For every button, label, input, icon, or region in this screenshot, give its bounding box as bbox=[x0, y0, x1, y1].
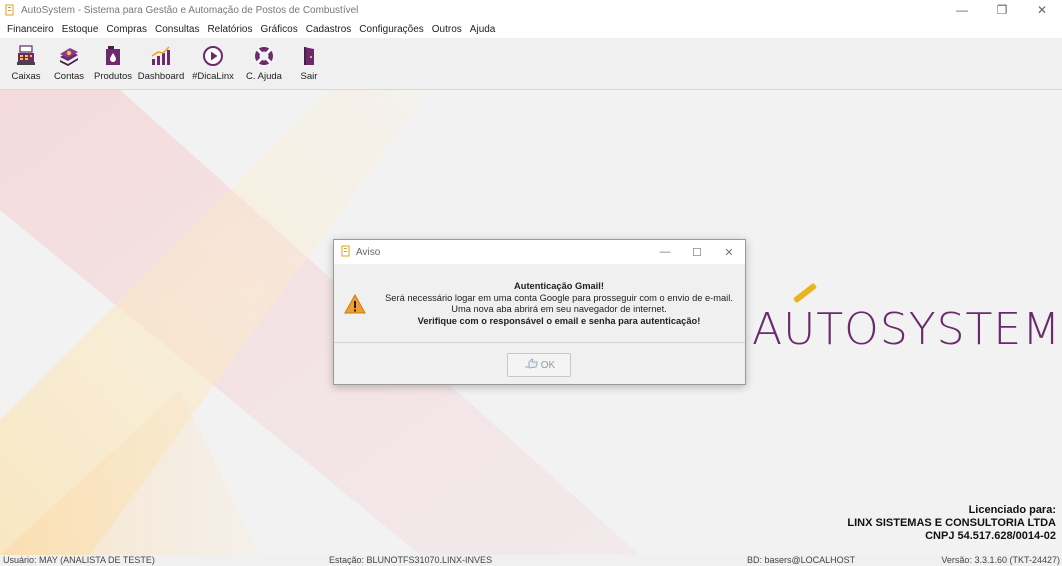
toolbar-sair-label: Sair bbox=[300, 71, 318, 82]
dialog-maximize-button[interactable]: ☐ bbox=[681, 240, 713, 264]
status-version: Versão: 3.3.1.60 (TKT-24427) bbox=[941, 555, 1060, 565]
ok-button[interactable]: OK bbox=[507, 353, 571, 377]
app-icon bbox=[5, 4, 15, 16]
dialog-line-1: Será necessário logar em uma conta Googl… bbox=[385, 292, 733, 303]
fuel-drop-icon bbox=[101, 44, 125, 68]
status-station: Estação: BLUNOTFS31070.LINX-INVES bbox=[329, 555, 493, 565]
ok-label: OK bbox=[540, 359, 556, 371]
ok-hand-icon bbox=[523, 357, 539, 373]
toolbar-produtos-label: Produtos bbox=[93, 71, 133, 82]
status-database: BD: basers@LOCALHOST bbox=[747, 555, 856, 565]
dialog-line-2: Uma nova aba abrirá em seu navegador de … bbox=[451, 304, 667, 314]
toolbar-caixas-label: Caixas bbox=[11, 71, 41, 82]
menu-configuracoes[interactable]: Configurações bbox=[355, 24, 427, 35]
dialog-message: Autenticação Gmail! Será necessário loga… bbox=[370, 281, 748, 327]
autosystem-logo: AUTOSYSTEM bbox=[752, 304, 1062, 355]
warning-icon bbox=[344, 293, 366, 317]
status-bar: Usuário: MAY (ANALISTA DE TESTE) Estação… bbox=[0, 555, 1062, 566]
toolbar-dicalinx-button[interactable]: #DicaLinx bbox=[187, 38, 239, 90]
menu-bar: Financeiro Estoque Compras Consultas Rel… bbox=[0, 20, 1062, 38]
toolbar-sair-button[interactable]: Sair bbox=[289, 38, 329, 90]
dialog-body: Autenticação Gmail! Será necessário loga… bbox=[334, 264, 745, 343]
menu-outros[interactable]: Outros bbox=[428, 24, 466, 35]
toolbar-caixas-button[interactable]: Caixas bbox=[5, 38, 47, 90]
menu-consultas[interactable]: Consultas bbox=[151, 24, 203, 35]
play-icon bbox=[201, 44, 225, 68]
license-cnpj: CNPJ 54.517.628/0014-02 bbox=[925, 530, 1056, 542]
window-title: AutoSystem - Sistema para Gestão e Autom… bbox=[21, 4, 359, 16]
menu-relatorios[interactable]: Relatórios bbox=[203, 24, 256, 35]
cash-register-icon bbox=[14, 44, 38, 68]
dialog-line-3: Verifique com o responsável o email e se… bbox=[417, 315, 701, 326]
dialog-app-icon bbox=[341, 245, 351, 260]
menu-estoque[interactable]: Estoque bbox=[58, 24, 103, 35]
toolbar-dicalinx-label: #DicaLinx bbox=[192, 71, 234, 82]
toolbar-cajuda-button[interactable]: C. Ajuda bbox=[239, 38, 289, 90]
license-heading: Licenciado para: bbox=[968, 504, 1056, 516]
license-info: Licenciado para: LINX SISTEMAS E CONSULT… bbox=[847, 504, 1056, 543]
toolbar-dashboard-button[interactable]: Dashboard bbox=[135, 38, 187, 90]
warning-dialog: Aviso — ☐ ✕ Autenticação Gmail! Será nec… bbox=[333, 239, 746, 385]
toolbar-contas-button[interactable]: Contas bbox=[47, 38, 91, 90]
dialog-heading: Autenticação Gmail! bbox=[514, 281, 604, 291]
lifebuoy-icon bbox=[252, 44, 276, 68]
close-button[interactable]: ✕ bbox=[1022, 0, 1062, 20]
dialog-title-bar: Aviso — ☐ ✕ bbox=[334, 240, 745, 264]
menu-ajuda[interactable]: Ajuda bbox=[466, 24, 500, 35]
dialog-close-button[interactable]: ✕ bbox=[713, 240, 745, 264]
license-company: LINX SISTEMAS E CONSULTORIA LTDA bbox=[847, 517, 1056, 529]
title-bar: AutoSystem - Sistema para Gestão e Autom… bbox=[0, 0, 1062, 20]
restore-button[interactable]: ❐ bbox=[982, 0, 1022, 20]
toolbar: Caixas Contas Produtos Dashboard #DicaLi… bbox=[0, 38, 1062, 90]
money-stack-icon bbox=[57, 44, 81, 68]
dialog-title: Aviso bbox=[356, 246, 381, 258]
menu-financeiro[interactable]: Financeiro bbox=[3, 24, 58, 35]
minimize-button[interactable]: — bbox=[942, 0, 982, 20]
dialog-minimize-button[interactable]: — bbox=[649, 240, 681, 264]
status-user: Usuário: MAY (ANALISTA DE TESTE) bbox=[3, 555, 155, 565]
dialog-footer: OK bbox=[334, 343, 745, 383]
toolbar-dashboard-label: Dashboard bbox=[137, 71, 185, 82]
menu-compras[interactable]: Compras bbox=[102, 24, 151, 35]
menu-graficos[interactable]: Gráficos bbox=[256, 24, 301, 35]
toolbar-contas-label: Contas bbox=[53, 71, 85, 82]
toolbar-produtos-button[interactable]: Produtos bbox=[91, 38, 135, 90]
toolbar-cajuda-label: C. Ajuda bbox=[246, 71, 282, 82]
menu-cadastros[interactable]: Cadastros bbox=[302, 24, 356, 35]
exit-door-icon bbox=[297, 44, 321, 68]
bar-chart-icon bbox=[149, 44, 173, 68]
